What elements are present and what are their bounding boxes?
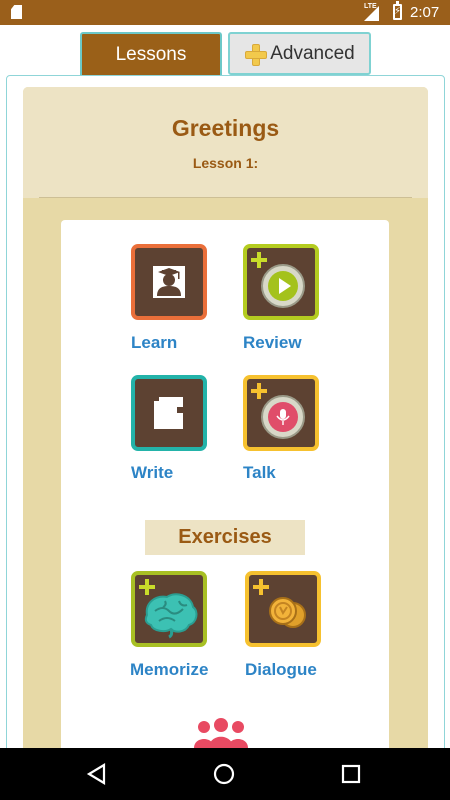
learn-label[interactable]: Learn	[131, 333, 177, 353]
battery-charging-icon: ⚡	[393, 1, 402, 20]
write-label[interactable]: Write	[131, 463, 173, 483]
dialogue-button[interactable]	[245, 571, 321, 647]
talk-label[interactable]: Talk	[243, 463, 276, 483]
tab-lessons[interactable]: Lessons	[80, 32, 222, 75]
back-icon[interactable]	[86, 763, 108, 785]
dialogue-label[interactable]: Dialogue	[245, 660, 317, 680]
student-graduation-icon	[153, 266, 185, 298]
coins-dialogue-icon	[269, 597, 306, 628]
write-button[interactable]	[131, 375, 207, 451]
sd-card-icon	[11, 5, 22, 19]
header-divider	[39, 197, 412, 198]
recents-icon[interactable]	[341, 763, 361, 785]
memorize-button[interactable]	[131, 571, 207, 647]
notebook-icon	[154, 397, 183, 429]
tab-lessons-label: Lessons	[115, 43, 187, 65]
plus-icon	[244, 43, 268, 66]
signal-icon	[364, 6, 379, 21]
play-icon	[261, 264, 305, 308]
status-bar: LTE ⚡ 2:07	[0, 0, 450, 25]
microphone-icon	[261, 395, 305, 439]
lesson-title: Greetings	[171, 115, 280, 141]
exercises-heading: Exercises	[145, 520, 305, 555]
tab-advanced[interactable]: Advanced	[228, 32, 371, 75]
community-icon[interactable]	[190, 718, 252, 748]
lesson-subtitle: Lesson 1:	[192, 155, 259, 171]
review-button[interactable]	[243, 244, 319, 320]
home-icon[interactable]	[213, 763, 235, 785]
brain-icon	[144, 593, 198, 639]
tab-advanced-label: Advanced	[270, 42, 355, 64]
navigation-bar	[0, 748, 450, 800]
memorize-label[interactable]: Memorize	[130, 660, 208, 680]
learn-button[interactable]	[131, 244, 207, 320]
lesson-header	[23, 87, 428, 198]
status-time: 2:07	[410, 4, 440, 21]
talk-button[interactable]	[243, 375, 319, 451]
activities-card	[61, 220, 389, 760]
review-label[interactable]: Review	[243, 333, 302, 353]
